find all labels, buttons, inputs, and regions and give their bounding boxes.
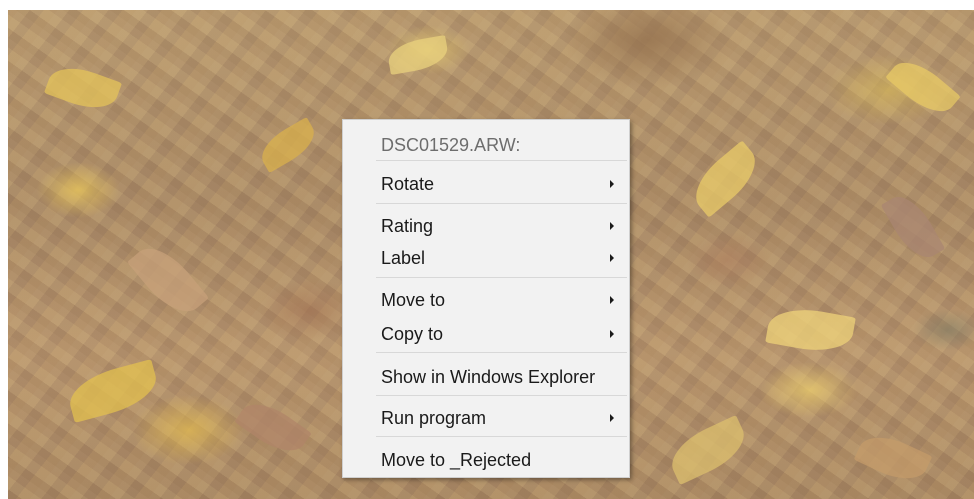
menu-item-rotate[interactable]: Rotate [373, 167, 629, 201]
menu-item-label: Move to _Rejected [381, 449, 532, 470]
submenu-arrow-icon [610, 254, 614, 262]
menu-item-label[interactable]: Label [373, 241, 629, 275]
menu-separator [376, 352, 627, 353]
menu-item-label: Run program [381, 407, 487, 428]
leaf-decoration [254, 117, 322, 173]
menu-item-show-in-explorer[interactable]: Show in Windows Explorer [373, 360, 629, 394]
menu-item-rating[interactable]: Rating [373, 209, 629, 243]
menu-item-label: Rating [381, 215, 434, 236]
menu-item-run-program[interactable]: Run program [373, 401, 629, 435]
submenu-arrow-icon [610, 222, 614, 230]
menu-item-label: Rotate [381, 173, 435, 194]
leaf-decoration [880, 188, 946, 266]
menu-item-label: Show in Windows Explorer [381, 366, 596, 387]
menu-separator [376, 395, 627, 396]
context-menu: DSC01529.ARW: Rotate Rating Label Move t… [342, 119, 630, 478]
leaf-decoration [765, 302, 856, 358]
menu-item-label: Label [381, 247, 426, 268]
menu-separator [376, 160, 627, 161]
leaf-decoration [853, 426, 933, 490]
menu-item-label: Copy to [381, 323, 444, 344]
menu-separator [376, 277, 627, 278]
menu-separator [376, 203, 627, 204]
menu-item-move-to-rejected[interactable]: Move to _Rejected [373, 443, 629, 477]
leaf-decoration [43, 59, 123, 117]
submenu-arrow-icon [610, 414, 614, 422]
menu-separator [376, 436, 627, 437]
leaf-decoration [684, 140, 767, 218]
menu-item-copy-to[interactable]: Copy to [373, 317, 629, 351]
leaf-decoration [385, 35, 451, 75]
menu-item-label: Move to [381, 289, 446, 310]
submenu-arrow-icon [610, 330, 614, 338]
submenu-arrow-icon [610, 296, 614, 304]
leaf-decoration [234, 393, 312, 462]
leaf-decoration [64, 359, 162, 423]
leaf-decoration [126, 236, 210, 324]
menu-header-filename: DSC01529.ARW: [381, 134, 521, 155]
submenu-arrow-icon [610, 180, 614, 188]
leaf-decoration [885, 51, 961, 123]
menu-item-move-to[interactable]: Move to [373, 283, 629, 317]
leaf-decoration [663, 414, 753, 486]
